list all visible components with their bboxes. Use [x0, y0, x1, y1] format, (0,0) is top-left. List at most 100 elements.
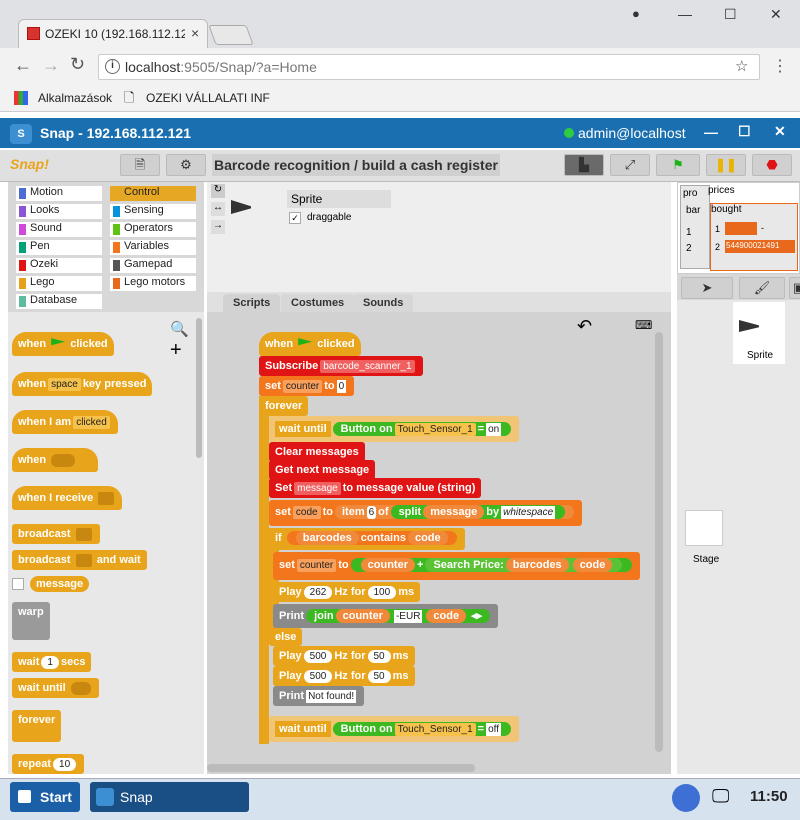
block-when-i-am-clicked[interactable]: when I am clicked — [12, 410, 118, 434]
category-motion[interactable]: Motion — [16, 186, 102, 201]
no-rotate-icon[interactable]: → — [211, 220, 225, 234]
snap-minimize-icon[interactable]: — — [704, 124, 718, 140]
block-broadcast-and-wait[interactable]: broadcast and wait — [12, 550, 147, 570]
category-looks[interactable]: Looks — [16, 204, 102, 219]
script-forever[interactable]: forever — [259, 396, 309, 416]
flip-icon[interactable]: ↔ — [211, 202, 225, 216]
minimize-icon[interactable]: — — [678, 6, 692, 22]
category-variables[interactable]: Variables — [110, 240, 196, 255]
search-icon[interactable]: 🔍 — [170, 320, 189, 338]
reload-icon[interactable]: ↻ — [70, 54, 85, 75]
camera-icon[interactable]: ▣ — [789, 277, 800, 299]
draggable-checkbox[interactable]: ✓ — [289, 212, 301, 224]
block-repeat[interactable]: repeat 10 — [12, 754, 85, 774]
script-wait-until-off[interactable]: wait until Button on Touch_Sensor_1 = off — [269, 716, 520, 742]
snap-maximize-icon[interactable]: ☐ — [738, 123, 751, 140]
script-set-counter-sum[interactable]: set counter to counter + Search Price: barcode… — [273, 552, 641, 580]
block-wait-until[interactable]: wait until — [12, 678, 99, 698]
block-wait-secs[interactable]: wait 1 secs — [12, 652, 92, 672]
monitor-icon[interactable]: 🖵 — [712, 786, 729, 807]
block-when-flag-clicked[interactable]: when clicked — [12, 332, 114, 356]
script-subscribe[interactable]: Subscribe barcode_scanner_1 — [259, 356, 423, 376]
menu-icon[interactable]: ⋮ — [772, 56, 788, 76]
start-button[interactable]: Start — [10, 782, 80, 812]
script-get-next-message[interactable]: Get next message — [269, 460, 376, 480]
block-when-condition[interactable]: when — [12, 448, 98, 472]
stop-button[interactable]: ⬣ — [752, 154, 792, 176]
block-when-key-pressed[interactable]: when space key pressed — [12, 372, 153, 396]
back-icon[interactable]: ← — [14, 55, 32, 76]
script-set-code[interactable]: set code to item 6 of split message by whitespace — [269, 500, 583, 526]
scripts-hscrollbar[interactable] — [207, 764, 475, 772]
block-message[interactable]: message — [30, 576, 90, 592]
rotate-icon[interactable]: ↻ — [211, 184, 225, 198]
tab-costumes[interactable]: Costumes — [281, 294, 355, 312]
bookmark-ozeki[interactable]: OZEKI VÁLLALATI INF — [146, 91, 270, 105]
fullscreen-icon[interactable]: ⤢ — [610, 154, 650, 176]
file-menu-icon[interactable]: 🗎 — [120, 154, 160, 176]
snap-logo[interactable]: Snap! — [10, 156, 49, 172]
new-tab-button[interactable] — [208, 25, 254, 45]
snap-window-title: Snap - 192.168.112.121 — [40, 125, 191, 141]
stage-size-icon[interactable]: ▙ — [564, 154, 604, 176]
profile-icon[interactable]: ● — [632, 6, 640, 21]
script-wait-until-on[interactable]: wait until Button on Touch_Sensor_1 = on — [269, 416, 520, 442]
tab-scripts[interactable]: Scripts — [223, 294, 281, 312]
script-play-500-a[interactable]: Play 500 Hz for 50 ms — [273, 646, 415, 666]
script-print-not-found[interactable]: Print Not found! — [273, 686, 365, 706]
browser-tab[interactable]: OZEKI 10 (192.168.112.12 × — [18, 19, 208, 48]
category-ozeki[interactable]: Ozeki — [16, 258, 102, 273]
info-icon[interactable]: i — [105, 59, 120, 74]
star-icon[interactable]: ☆ — [735, 57, 748, 75]
message-checkbox[interactable] — [12, 578, 24, 590]
corral-sprite[interactable]: Sprite — [733, 302, 785, 364]
script-clear-messages[interactable]: Clear messages — [269, 442, 365, 462]
script-set-message[interactable]: Set message to message value (string) — [269, 478, 482, 498]
ozeki-robot-icon[interactable] — [672, 784, 700, 812]
taskbar-snap[interactable]: Snap — [90, 782, 249, 812]
block-forever[interactable]: forever — [12, 710, 62, 742]
category-sound[interactable]: Sound — [16, 222, 102, 237]
maximize-icon[interactable]: ☐ — [724, 6, 737, 23]
watcher-pro[interactable]: pro — [680, 185, 710, 269]
tab-sounds[interactable]: Sounds — [353, 294, 414, 312]
pause-button[interactable]: ❚❚ — [706, 154, 746, 176]
block-when-i-receive[interactable]: when I receive — [12, 486, 123, 510]
forward-icon[interactable]: → — [42, 55, 60, 76]
category-control[interactable]: Control — [110, 186, 196, 201]
script-set-counter[interactable]: set counter to 0 — [259, 376, 355, 396]
green-flag-button[interactable]: ⚑ — [656, 154, 700, 176]
block-warp[interactable]: warp — [12, 602, 50, 640]
add-icon[interactable]: + — [170, 340, 182, 360]
category-gamepad[interactable]: Gamepad — [110, 258, 196, 273]
script-print-join[interactable]: Print join counter -EUR code ◂▸ — [273, 604, 499, 628]
stage[interactable]: pro prices bar 1 2 bought 1 - 2 54490002… — [677, 182, 800, 274]
bought-value-2: 544900021491 — [725, 240, 795, 253]
stage-thumbnail[interactable] — [685, 510, 723, 546]
close-tab-icon[interactable]: × — [191, 25, 199, 41]
category-pen[interactable]: Pen — [16, 240, 102, 255]
watcher-bought[interactable]: bought 1 - 2 544900021491 — [710, 203, 798, 271]
keyboard-icon[interactable]: ⌨ — [635, 318, 652, 332]
address-bar[interactable]: i localhost:9505/Snap/?a=Home ☆ — [98, 54, 760, 80]
category-operators[interactable]: Operators — [110, 222, 196, 237]
undo-icon[interactable]: ↶ — [577, 316, 592, 337]
scripts-vscrollbar[interactable] — [655, 332, 663, 752]
block-broadcast[interactable]: broadcast — [12, 524, 100, 544]
script-play-262[interactable]: Play 262 Hz for 100 ms — [273, 582, 421, 602]
script-play-500-b[interactable]: Play 500 Hz for 50 ms — [273, 666, 415, 686]
sprite-name-field[interactable]: Sprite — [287, 190, 391, 208]
category-lego-motors[interactable]: Lego motors — [110, 276, 196, 291]
category-lego[interactable]: Lego — [16, 276, 102, 291]
script-if-contains[interactable]: if barcodes contains code — [269, 528, 465, 550]
close-window-icon[interactable]: ✕ — [770, 6, 782, 23]
category-database[interactable]: Database — [16, 294, 102, 309]
turtle-sprite-icon[interactable]: ➤ — [681, 277, 733, 299]
category-sensing[interactable]: Sensing — [110, 204, 196, 219]
snap-close-icon[interactable]: ✕ — [774, 123, 786, 140]
palette-scrollbar[interactable] — [196, 318, 202, 458]
settings-gear-icon[interactable]: ⚙ — [166, 154, 206, 176]
paint-brush-icon[interactable]: 🖌 — [739, 277, 785, 299]
script-when-flag-clicked[interactable]: when clicked — [259, 332, 361, 356]
bookmark-apps[interactable]: Alkalmazások — [38, 91, 112, 105]
